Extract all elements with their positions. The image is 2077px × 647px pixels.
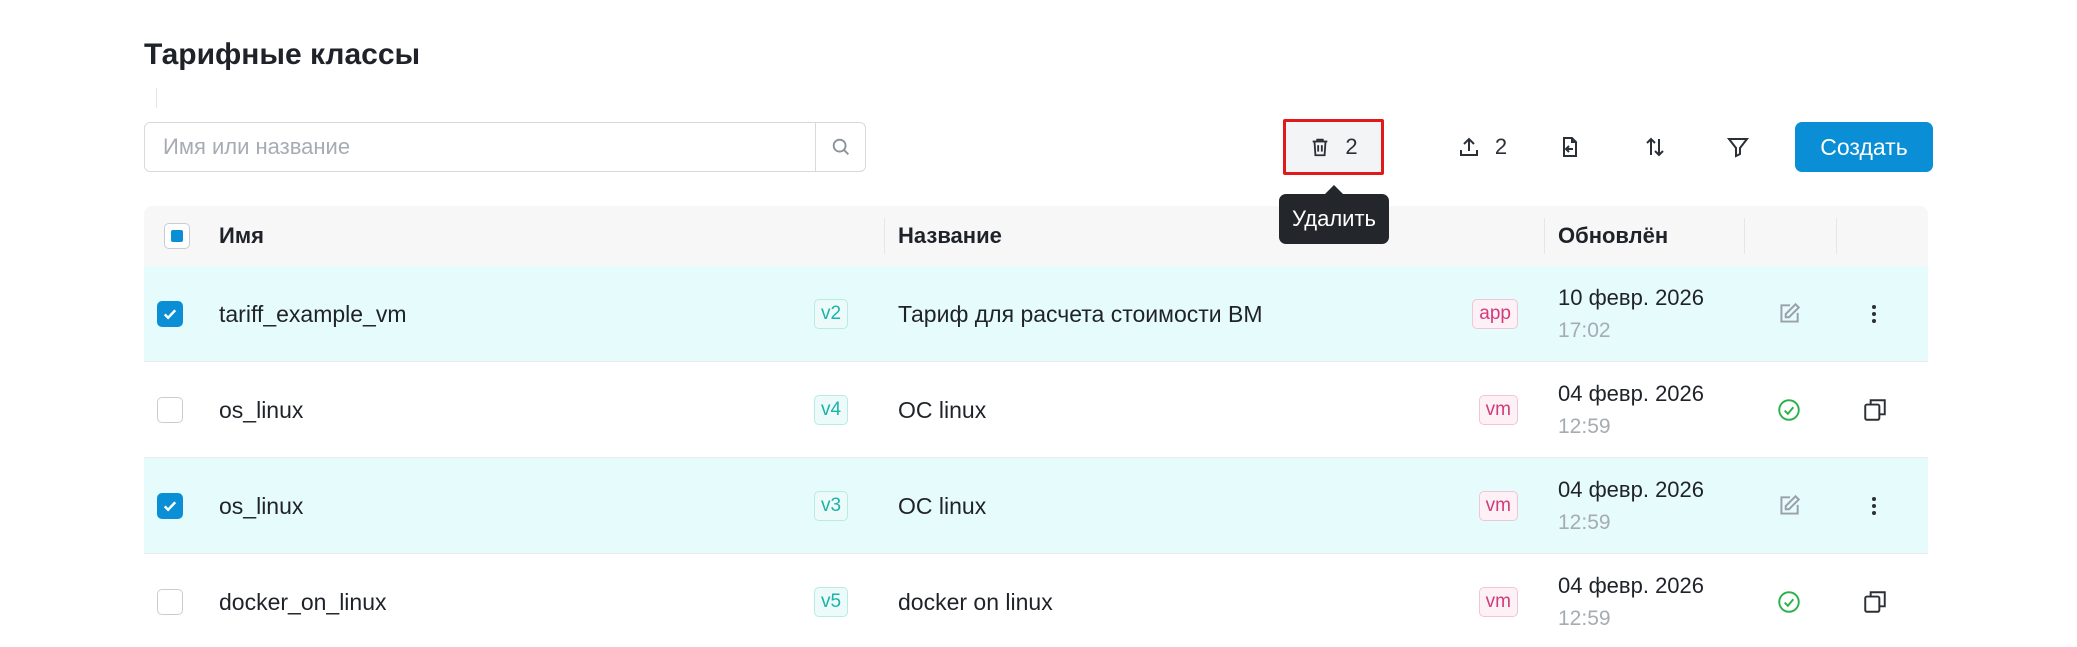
column-header-title[interactable]: Название [898,206,1002,266]
type-badge: vm [1478,491,1518,521]
row-checkbox[interactable] [157,301,183,327]
row-checkbox[interactable] [157,589,183,615]
more-vertical-icon[interactable] [1862,458,1886,554]
row-updated-cell: 04 февр. 2026 12:59 [1558,362,1704,458]
column-divider [884,218,885,254]
updated-date: 10 февр. 2026 [1558,285,1705,310]
row-title: ОС linux [898,396,987,423]
table-row[interactable]: docker_on_linux v5 docker on linux vm 04 фев… [144,554,1928,647]
check-circle-icon[interactable] [1776,554,1802,647]
row-updated-cell: 04 февр. 2026 12:59 [1558,554,1704,647]
row-name[interactable]: os_linux [219,397,303,424]
select-all-checkbox[interactable] [164,223,190,249]
row-checkbox[interactable] [157,493,183,519]
version-badge: v5 [814,587,849,617]
sort-icon [1646,137,1664,157]
sort-button[interactable] [1630,122,1680,172]
upload-button[interactable]: 2 [1432,122,1532,172]
type-badge: vm [1478,395,1518,425]
row-updated-cell: 10 февр. 2026 17:02 [1558,266,1704,362]
copy-icon[interactable] [1862,362,1888,458]
row-select-cell [157,458,183,554]
check-circle-icon[interactable] [1776,362,1802,458]
search-box [144,122,866,172]
table-row[interactable]: os_linux v4 ОС linux vm 04 февр. 2026 12:59 [144,362,1928,458]
row-name-cell: docker_on_linux [219,554,387,647]
row-version-cell: v4 [814,362,849,458]
upload-count: 2 [1494,134,1508,159]
type-badge: app [1472,299,1518,329]
edit-icon[interactable] [1776,266,1802,362]
row-name[interactable]: docker_on_linux [219,589,387,616]
divider [156,88,157,108]
row-name-cell: os_linux [219,458,303,554]
filter-icon [1726,138,1750,158]
row-tag-cell: vm [1478,458,1518,554]
delete-tooltip: Удалить [1279,185,1389,244]
row-name-cell: tariff_example_vm [219,266,407,362]
row-version-cell: v5 [814,554,849,647]
column-header-name[interactable]: Имя [219,206,264,266]
select-all-cell [164,206,190,266]
search-button[interactable] [815,123,865,171]
version-badge: v4 [814,395,849,425]
delete-count: 2 [1345,134,1358,159]
updated-date: 04 февр. 2026 [1558,573,1705,598]
row-select-cell [157,362,183,458]
updated-date: 04 февр. 2026 [1558,477,1705,502]
updated-date: 04 февр. 2026 [1558,381,1705,406]
row-tag-cell: vm [1478,554,1518,647]
tariff-table: Имя Название Обновлён tariff_example_vmv… [144,206,1928,647]
trash-icon [1313,138,1328,157]
version-badge: v3 [814,491,849,521]
column-divider [1744,218,1745,254]
row-name[interactable]: tariff_example_vm [219,301,407,328]
table-header: Имя Название Обновлён [144,206,1928,266]
table-row[interactable]: os_linux v3 ОС linux vm 04 февр. 2026 12:59 [144,458,1928,554]
edit-icon[interactable] [1776,458,1802,554]
search-icon [832,138,849,155]
page-title: Тарифные классы [144,38,421,71]
export-button[interactable] [1545,122,1595,172]
row-version-cell: v3 [814,458,849,554]
row-name-cell: os_linux [219,362,303,458]
upload-icon [1459,137,1478,156]
version-badge: v2 [814,299,849,329]
column-divider [1544,218,1545,254]
row-select-cell [157,554,183,647]
row-version-cell: v2 [814,266,849,362]
table-body: tariff_example_vm v2 Тариф для расчета сто… [144,266,1928,647]
row-title: Тариф для расчета стоимости ВМ [898,300,1263,327]
row-title-cell: ОС linux [898,362,986,458]
column-header-updated[interactable]: Обновлён [1558,206,1668,266]
filter-button[interactable] [1713,122,1763,172]
search-input[interactable] [145,123,815,171]
row-updated-cell: 04 февр. 2026 12:59 [1558,458,1704,554]
row-name[interactable]: os_linux [219,493,303,520]
row-title-cell: Тариф для расчета стоимости ВМ [898,266,1263,362]
delete-button[interactable]: 2 [1283,119,1384,175]
row-title-cell: ОС linux [898,458,986,554]
row-select-cell [157,266,183,362]
copy-icon[interactable] [1862,554,1888,647]
table-row[interactable]: tariff_example_vm v2 Тариф для расчета сто… [144,266,1928,362]
row-title: ОС linux [898,492,987,519]
file-export-icon [1563,137,1577,157]
updated-time: 12:59 [1558,607,1611,630]
row-title-cell: docker on linux [898,554,1053,647]
row-checkbox[interactable] [157,397,183,423]
updated-time: 12:59 [1558,415,1611,438]
more-vertical-icon[interactable] [1862,266,1886,362]
create-button[interactable]: Создать [1795,122,1933,172]
column-divider [1836,218,1837,254]
row-tag-cell: vm [1478,362,1518,458]
updated-time: 12:59 [1558,511,1611,534]
updated-time: 17:02 [1558,319,1611,342]
type-badge: vm [1478,587,1518,617]
row-title: docker on linux [898,588,1053,615]
row-tag-cell: app [1472,266,1518,362]
